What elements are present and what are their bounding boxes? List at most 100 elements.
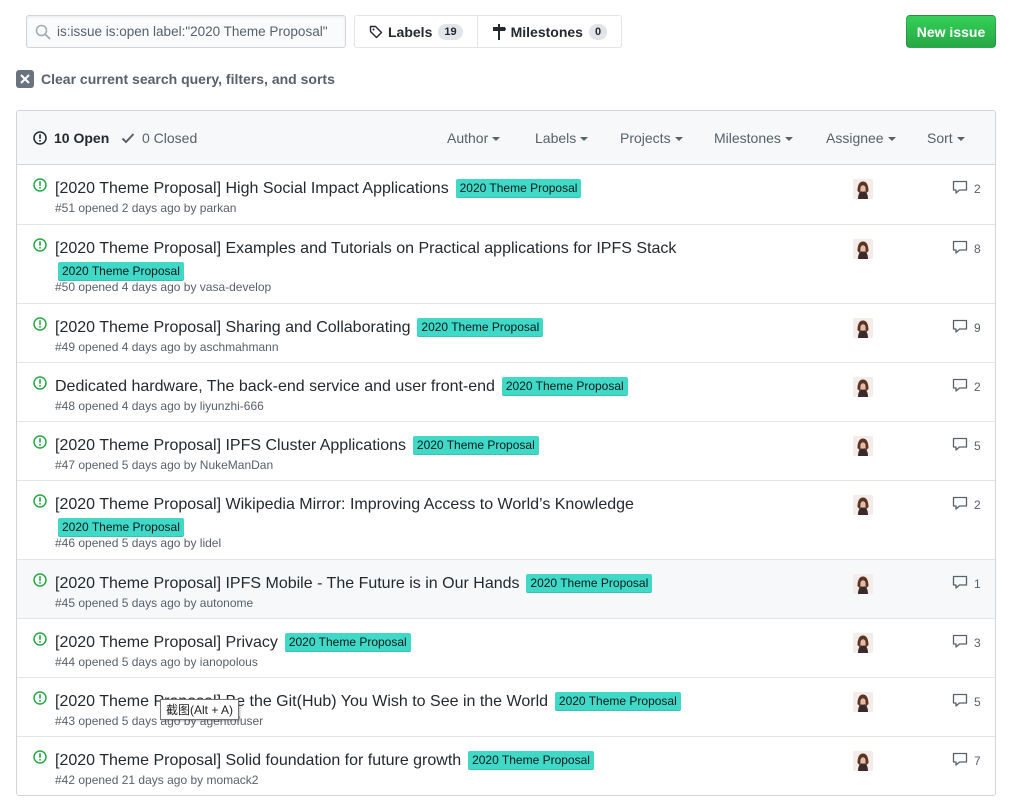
comments-link[interactable]: 9 bbox=[952, 319, 981, 336]
comment-count: 5 bbox=[974, 694, 981, 709]
milestones-filter[interactable]: Milestones bbox=[714, 130, 793, 146]
clear-filters-link[interactable]: Clear current search query, filters, and… bbox=[16, 70, 335, 88]
issue-label-badge[interactable]: 2020 Theme Proposal bbox=[526, 574, 653, 593]
issue-title-link[interactable]: [2020 Theme Proposal] Privacy bbox=[55, 634, 278, 651]
avatar[interactable] bbox=[853, 692, 873, 712]
avatar[interactable] bbox=[853, 574, 873, 594]
issue-label-badge[interactable]: 2020 Theme Proposal bbox=[58, 518, 184, 537]
issue-row[interactable]: [2020 Theme Proposal] Sharing and Collab… bbox=[17, 304, 995, 363]
caret-down-icon bbox=[887, 136, 896, 141]
comments-link[interactable]: 3 bbox=[952, 634, 981, 651]
comments-link[interactable]: 2 bbox=[952, 496, 981, 513]
issue-label-badge[interactable]: 2020 Theme Proposal bbox=[58, 262, 184, 281]
issue-label-badge[interactable]: 2020 Theme Proposal bbox=[412, 436, 539, 455]
comment-count: 2 bbox=[974, 181, 981, 196]
avatar[interactable] bbox=[853, 377, 873, 397]
comment-count: 1 bbox=[974, 576, 981, 591]
issue-row[interactable]: [2020 Theme Proposal] High Social Impact… bbox=[17, 165, 995, 225]
open-issues-tab[interactable]: 10 Open bbox=[33, 130, 109, 146]
comment-icon bbox=[952, 634, 974, 651]
issue-opened-icon bbox=[33, 238, 47, 255]
issue-meta: #49 opened 4 days ago by aschmahmann bbox=[55, 340, 279, 354]
issue-title-link[interactable]: Dedicated hardware, The back-end service… bbox=[55, 378, 495, 395]
avatar[interactable] bbox=[853, 318, 873, 338]
comments-link[interactable]: 5 bbox=[952, 693, 981, 710]
issue-label-badge[interactable]: 2020 Theme Proposal bbox=[284, 633, 411, 652]
issue-row[interactable]: Dedicated hardware, The back-end service… bbox=[17, 363, 995, 422]
avatar[interactable] bbox=[853, 633, 873, 653]
comment-icon bbox=[952, 437, 974, 454]
issue-meta: #44 opened 5 days ago by ianopolous bbox=[55, 655, 258, 669]
issue-title-line: [2020 Theme Proposal] Be the Git(Hub) Yo… bbox=[55, 690, 715, 713]
avatar[interactable] bbox=[853, 179, 873, 199]
milestone-icon bbox=[492, 23, 506, 40]
issue-opened-icon bbox=[33, 750, 47, 767]
sort-filter[interactable]: Sort bbox=[927, 130, 965, 146]
caret-down-icon bbox=[674, 136, 683, 141]
issue-title-line: [2020 Theme Proposal] Privacy 2020 Theme… bbox=[55, 631, 715, 654]
comments-link[interactable]: 8 bbox=[952, 240, 981, 257]
issue-title-line: [2020 Theme Proposal] High Social Impact… bbox=[55, 177, 715, 200]
milestones-button[interactable]: Milestones 0 bbox=[476, 16, 621, 47]
comments-link[interactable]: 2 bbox=[952, 378, 981, 395]
issue-label-badge[interactable]: 2020 Theme Proposal bbox=[468, 751, 594, 770]
issue-row[interactable]: [2020 Theme Proposal] Privacy 2020 Theme… bbox=[17, 619, 995, 678]
assignee-filter[interactable]: Assignee bbox=[826, 130, 896, 146]
comment-count: 5 bbox=[974, 438, 981, 453]
comment-icon bbox=[952, 752, 974, 769]
avatar[interactable] bbox=[853, 751, 873, 771]
tag-icon bbox=[369, 25, 383, 38]
issue-row[interactable]: [2020 Theme Proposal] Examples and Tutor… bbox=[17, 225, 995, 304]
labels-filter[interactable]: Labels bbox=[535, 130, 589, 146]
issue-title-link[interactable]: [2020 Theme Proposal] IPFS Mobile - The … bbox=[55, 575, 520, 592]
labels-filter-label: Labels bbox=[535, 130, 577, 146]
issue-title-link[interactable]: [2020 Theme Proposal] Wikipedia Mirror: … bbox=[55, 496, 634, 513]
avatar[interactable] bbox=[853, 495, 873, 515]
issue-label-badge[interactable]: 2020 Theme Proposal bbox=[417, 318, 544, 337]
issue-meta: #47 opened 5 days ago by NukeManDan bbox=[55, 458, 274, 472]
assignee-filter-label: Assignee bbox=[826, 130, 884, 146]
comments-link[interactable]: 1 bbox=[952, 575, 981, 592]
comment-count: 3 bbox=[974, 635, 981, 650]
issue-opened-icon bbox=[33, 130, 47, 145]
avatar[interactable] bbox=[853, 436, 873, 456]
issues-list: 10 Open 0 Closed Author Labels Projects … bbox=[16, 110, 996, 796]
milestones-filter-label: Milestones bbox=[714, 130, 781, 146]
issue-title-line: [2020 Theme Proposal] IPFS Cluster Appli… bbox=[55, 434, 715, 457]
labels-button[interactable]: Labels 19 bbox=[355, 16, 477, 47]
issue-title-link[interactable]: [2020 Theme Proposal] Examples and Tutor… bbox=[55, 240, 676, 257]
projects-filter[interactable]: Projects bbox=[620, 130, 683, 146]
labels-count: 19 bbox=[438, 23, 463, 40]
sort-filter-label: Sort bbox=[927, 130, 953, 146]
issue-opened-icon bbox=[33, 494, 47, 511]
issue-title-link[interactable]: [2020 Theme Proposal] High Social Impact… bbox=[55, 180, 449, 197]
closed-issues-tab[interactable]: 0 Closed bbox=[121, 130, 197, 146]
comments-link[interactable]: 5 bbox=[952, 437, 981, 454]
author-filter[interactable]: Author bbox=[447, 130, 501, 146]
issue-meta: #46 opened 5 days ago by lidel bbox=[55, 536, 222, 550]
issue-row[interactable]: [2020 Theme Proposal] IPFS Mobile - The … bbox=[17, 560, 995, 619]
issue-title-link[interactable]: [2020 Theme Proposal] Be the Git(Hub) Yo… bbox=[55, 693, 548, 710]
comments-link[interactable]: 7 bbox=[952, 752, 981, 769]
issue-title-link[interactable]: [2020 Theme Proposal] Sharing and Collab… bbox=[55, 319, 411, 336]
comment-icon bbox=[952, 378, 974, 395]
closed-count-label: 0 Closed bbox=[142, 129, 198, 146]
issue-label-badge[interactable]: 2020 Theme Proposal bbox=[501, 377, 628, 396]
avatar[interactable] bbox=[853, 239, 873, 259]
issues-list-header: 10 Open 0 Closed Author Labels Projects … bbox=[17, 111, 995, 165]
search-input[interactable]: is:issue is:open label:"2020 Theme Propo… bbox=[26, 15, 346, 48]
issue-label-badge[interactable]: 2020 Theme Proposal bbox=[554, 692, 681, 711]
issue-title-link[interactable]: [2020 Theme Proposal] Solid foundation f… bbox=[55, 752, 461, 769]
caret-down-icon bbox=[580, 136, 589, 141]
check-icon bbox=[121, 132, 135, 143]
issue-row[interactable]: [2020 Theme Proposal] IPFS Cluster Appli… bbox=[17, 422, 995, 481]
issue-label-badge[interactable]: 2020 Theme Proposal bbox=[455, 179, 582, 198]
comments-link[interactable]: 2 bbox=[952, 180, 981, 197]
search-query-text: is:issue is:open label:"2020 Theme Propo… bbox=[57, 24, 328, 39]
comment-icon bbox=[952, 496, 974, 513]
issue-opened-icon bbox=[33, 317, 47, 334]
issue-row[interactable]: [2020 Theme Proposal] Wikipedia Mirror: … bbox=[17, 481, 995, 560]
new-issue-button[interactable]: New issue bbox=[906, 15, 996, 48]
issue-row[interactable]: [2020 Theme Proposal] Solid foundation f… bbox=[17, 737, 995, 795]
issue-title-link[interactable]: [2020 Theme Proposal] IPFS Cluster Appli… bbox=[55, 437, 406, 454]
